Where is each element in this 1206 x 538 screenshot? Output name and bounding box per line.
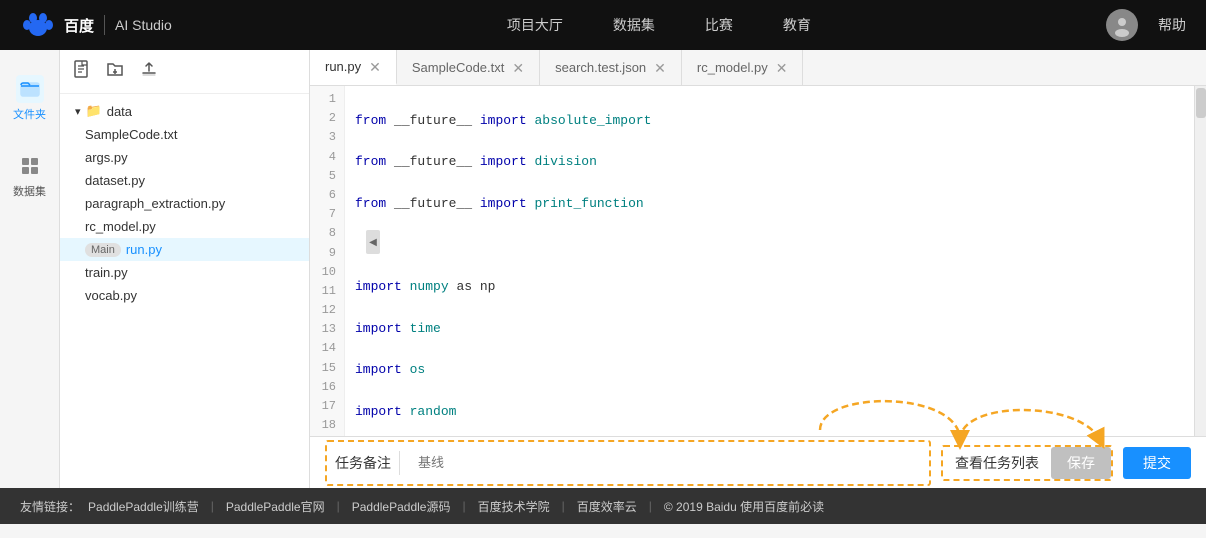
navbar: 百度 AI Studio 项目大厅 数据集 比赛 教育 帮助 — [0, 0, 1206, 50]
tab-close-icon[interactable]: ✕ — [369, 60, 381, 74]
list-item[interactable]: SampleCode.txt — [60, 123, 309, 146]
file-label: paragraph_extraction.py — [85, 196, 225, 211]
file-label: SampleCode.txt — [85, 127, 178, 142]
editor-bottom-area: 任务备注 查看任务列表 保存 提交 — [310, 436, 1206, 488]
file-label: train.py — [85, 265, 128, 280]
baseline-input[interactable] — [408, 446, 921, 480]
file-label: vocab.py — [85, 288, 137, 303]
footer-copyright: © 2019 Baidu 使用百度前必读 — [664, 498, 824, 515]
baidu-logo: 百度 — [20, 11, 94, 39]
list-item[interactable]: rc_model.py — [60, 215, 309, 238]
folder-data[interactable]: ▾ 📁 data — [60, 99, 309, 123]
folder-name: data — [107, 104, 132, 119]
chevron-left-icon: ◀ — [369, 237, 377, 248]
nav-competition[interactable]: 比赛 — [705, 10, 733, 40]
editor-tabs: run.py ✕ SampleCode.txt ✕ search.test.js… — [310, 50, 1206, 86]
tab-close-icon[interactable]: ✕ — [776, 61, 788, 75]
footer-sep: | — [211, 499, 214, 513]
list-item[interactable]: paragraph_extraction.py — [60, 192, 309, 215]
user-avatar[interactable] — [1106, 9, 1138, 41]
file-label: dataset.py — [85, 173, 145, 188]
navbar-right: 帮助 — [1106, 9, 1186, 41]
folder-icon: 📁 — [86, 103, 102, 119]
tab-label: rc_model.py — [697, 60, 768, 75]
sidebar-item-files[interactable]: 文件夹 — [13, 75, 46, 122]
list-item-run-py[interactable]: Main run.py — [60, 238, 309, 261]
main-area: 文件夹 数据集 — [0, 50, 1206, 488]
baidu-text: 百度 — [64, 15, 94, 36]
list-item[interactable]: args.py — [60, 146, 309, 169]
footer: 友情链接： PaddlePaddle训练营 | PaddlePaddle官网 |… — [0, 488, 1206, 524]
footer-prefix: 友情链接： — [20, 498, 80, 515]
editor-area: run.py ✕ SampleCode.txt ✕ search.test.js… — [310, 50, 1206, 488]
tab-close-icon[interactable]: ✕ — [654, 61, 666, 75]
scrollbar-thumb[interactable] — [1196, 88, 1206, 118]
nav-datasets[interactable]: 数据集 — [613, 10, 655, 40]
baidu-paw-icon — [20, 11, 56, 39]
code-content[interactable]: from __future__ import absolute_import f… — [345, 86, 1194, 436]
tab-close-icon[interactable]: ✕ — [512, 61, 524, 75]
bottom-toolbar: 任务备注 查看任务列表 保存 提交 — [310, 436, 1206, 488]
help-link[interactable]: 帮助 — [1158, 15, 1186, 35]
file-tree-content: ▾ 📁 data SampleCode.txt args.py dataset.… — [60, 94, 309, 488]
footer-link-paddlesource[interactable]: PaddlePaddle源码 — [352, 498, 451, 515]
brand: 百度 AI Studio — [20, 11, 172, 39]
list-item[interactable]: train.py — [60, 261, 309, 284]
tab-run-py[interactable]: run.py ✕ — [310, 50, 397, 85]
save-button[interactable]: 保存 — [1051, 447, 1111, 479]
sidebar-files-label: 文件夹 — [13, 106, 46, 122]
action-section: 查看任务列表 保存 — [941, 445, 1113, 481]
task-note-section: 任务备注 — [325, 440, 931, 486]
file-tree-panel: ▾ 📁 data SampleCode.txt args.py dataset.… — [60, 50, 310, 488]
file-tree-toolbar — [60, 50, 309, 94]
tab-rc-model[interactable]: rc_model.py ✕ — [682, 50, 804, 85]
sidebar: 文件夹 数据集 — [0, 50, 60, 488]
view-tasks-button[interactable]: 查看任务列表 — [943, 447, 1051, 479]
footer-link-paddlecamp[interactable]: PaddlePaddle训练营 — [88, 498, 199, 515]
footer-sep: | — [649, 499, 652, 513]
brand-divider — [104, 15, 105, 35]
nav-education[interactable]: 教育 — [783, 10, 811, 40]
footer-link-baiduacademy[interactable]: 百度技术学院 — [478, 498, 550, 515]
file-label: run.py — [126, 242, 162, 257]
panel-collapse-button[interactable]: ◀ — [366, 230, 380, 254]
vertical-scrollbar[interactable] — [1194, 86, 1206, 436]
sidebar-datasets-label: 数据集 — [13, 183, 46, 199]
avatar-icon — [1110, 13, 1134, 37]
tab-search-json[interactable]: search.test.json ✕ — [540, 50, 682, 85]
file-label: args.py — [85, 150, 128, 165]
line-numbers: 1234 5678 9101112 13141516 17181920 2122… — [310, 86, 345, 436]
footer-link-paddleofficial[interactable]: PaddlePaddle官网 — [226, 498, 325, 515]
nav-projects[interactable]: 项目大厅 — [507, 10, 563, 40]
toolbar-divider — [399, 451, 400, 475]
code-editor: 1234 5678 9101112 13141516 17181920 2122… — [310, 86, 1206, 436]
sidebar-nav: 文件夹 数据集 — [13, 75, 46, 199]
nav-links: 项目大厅 数据集 比赛 教育 — [212, 10, 1106, 40]
file-label: rc_model.py — [85, 219, 156, 234]
product-name: AI Studio — [115, 17, 172, 33]
footer-sep: | — [337, 499, 340, 513]
folder-chevron-icon: ▾ — [75, 105, 81, 118]
new-folder-button[interactable] — [104, 58, 126, 85]
upload-button[interactable] — [138, 58, 160, 85]
footer-sep: | — [562, 499, 565, 513]
list-item[interactable]: vocab.py — [60, 284, 309, 307]
list-item[interactable]: dataset.py — [60, 169, 309, 192]
tab-label: SampleCode.txt — [412, 60, 505, 75]
tab-samplecode[interactable]: SampleCode.txt ✕ — [397, 50, 540, 85]
tab-label: run.py — [325, 59, 361, 74]
folder-icon — [16, 75, 44, 103]
main-badge: Main — [85, 243, 121, 257]
footer-sep: | — [462, 499, 465, 513]
sidebar-item-datasets[interactable]: 数据集 — [13, 152, 46, 199]
tab-label: search.test.json — [555, 60, 646, 75]
task-note-label: 任务备注 — [335, 453, 391, 473]
new-file-button[interactable] — [70, 58, 92, 85]
grid-icon — [16, 152, 44, 180]
submit-button[interactable]: 提交 — [1123, 447, 1191, 479]
footer-link-baiducloud[interactable]: 百度效率云 — [577, 498, 637, 515]
